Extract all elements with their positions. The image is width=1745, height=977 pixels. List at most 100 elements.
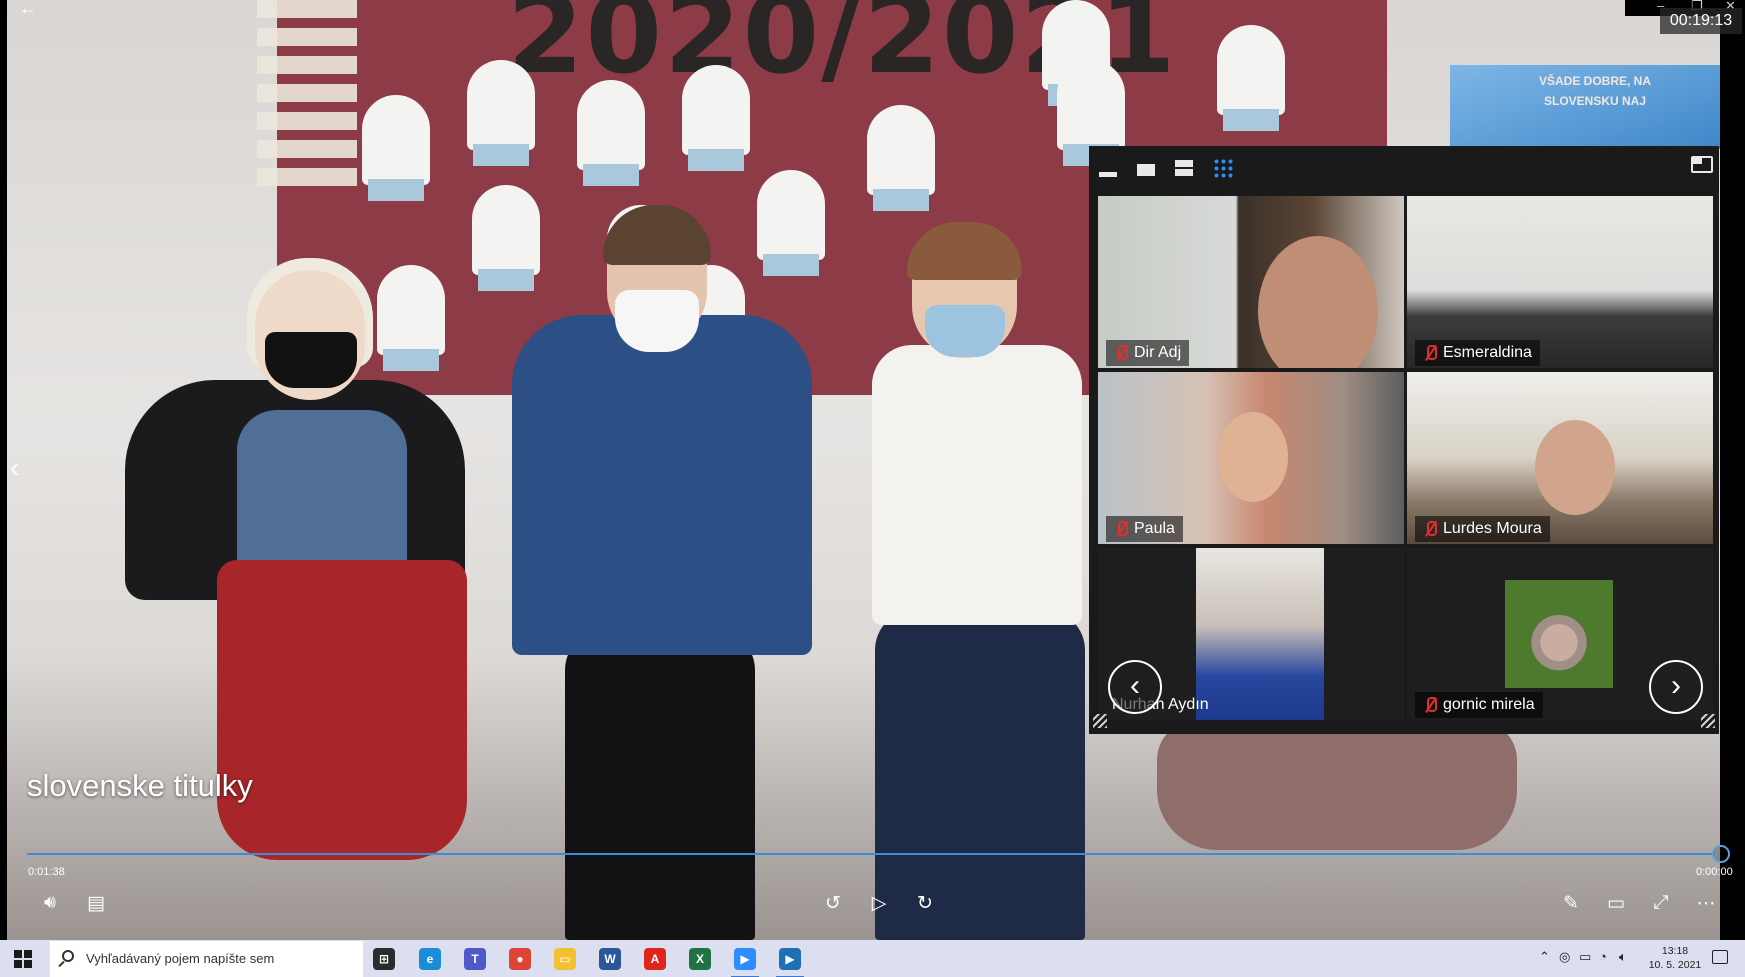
taskbar-app-teams[interactable]: T [457, 944, 493, 974]
forward-30-icon[interactable]: ↻ [910, 892, 940, 915]
screen: 2020/2021 VŠADE DOBRE, NA SLOVENSKU NAJ [0, 0, 1745, 977]
gallery-grid-icon[interactable] [1213, 158, 1233, 178]
taskbar-app-task-view[interactable]: ⊞ [366, 944, 402, 974]
participant-tile-esmeraldina[interactable]: Esmeraldina [1407, 196, 1713, 368]
student-4-skirt [1157, 720, 1517, 850]
student-3-blouse [872, 345, 1082, 625]
taskbar-app-acrobat[interactable]: A [637, 944, 673, 974]
fullscreen-icon[interactable]: ⤢ [1646, 892, 1676, 914]
recording-timer: 00:19:13 [1660, 8, 1742, 34]
elapsed-time: 0:01:38 [28, 866, 65, 878]
gallery-next-page-icon[interactable]: › [1649, 660, 1703, 714]
previous-item-chevron-icon[interactable]: ‹ [10, 452, 19, 484]
notification-center-icon[interactable] [1712, 950, 1728, 964]
play-icon[interactable]: ▷ [864, 892, 894, 915]
wifi-icon[interactable]: ◔ [1599, 949, 1607, 964]
task-view-icon: ⊞ [373, 948, 395, 970]
student-1-skirt [217, 560, 467, 860]
taskbar-app-chrome[interactable]: ● [502, 944, 538, 974]
total-time: 0:00:00 [1696, 866, 1733, 878]
muted-mic-icon [1114, 520, 1128, 538]
search-placeholder: Vyhľadávaný pojem napíšte sem [86, 951, 275, 966]
map-poster-text: VŠADE DOBRE, NA SLOVENSKU NAJ [1538, 74, 1651, 108]
participant-name: Paula [1134, 520, 1175, 537]
paper-mask-card [867, 105, 935, 211]
progress-fill [27, 853, 1716, 855]
taskbar-app-zoom[interactable]: ▶ [727, 944, 763, 977]
participant-name: Esmeraldina [1443, 344, 1532, 361]
video-player-icon: ▶ [779, 948, 801, 970]
paper-mask-card [472, 185, 540, 291]
taskbar-search-box[interactable]: Vyhľadávaný pojem napíšte sem [50, 941, 363, 977]
taskbar-clock[interactable]: 13:18 10. 5. 2021 [1640, 944, 1710, 972]
participant-label: Dir Adj [1106, 340, 1190, 366]
resize-grip-icon[interactable] [1093, 714, 1107, 728]
progress-bar[interactable] [27, 853, 1717, 855]
clock-date: 10. 5. 2021 [1648, 959, 1702, 971]
student-2-pants [565, 630, 755, 940]
participant-label: gornic mirela [1415, 692, 1543, 718]
student-3-jeans [875, 610, 1085, 940]
map-poster: VŠADE DOBRE, NA SLOVENSKU NAJ [1447, 62, 1720, 152]
acrobat-icon: A [644, 948, 666, 970]
participant-label: Lurdes Moura [1415, 516, 1550, 542]
taskbar-app-excel[interactable]: X [682, 944, 718, 974]
paper-mask-card [362, 95, 430, 201]
show-hidden-icons-icon[interactable]: ⌃ [1539, 949, 1550, 965]
search-icon [62, 950, 74, 962]
student-1-vest [237, 410, 407, 570]
excel-icon: X [689, 948, 711, 970]
taskbar-app-edge[interactable]: e [412, 944, 448, 974]
muted-mic-icon [1423, 696, 1437, 714]
taskbar-app-video-player[interactable]: ▶ [772, 944, 808, 977]
paper-mask-card [1057, 60, 1125, 166]
participant-name: Lurdes Moura [1443, 520, 1542, 537]
side-by-side-icon[interactable] [1175, 160, 1193, 176]
battery-icon[interactable]: ▭ [1579, 949, 1591, 965]
student-3-mask [925, 305, 1005, 357]
student-2-shirt [512, 315, 812, 655]
progress-thumb[interactable] [1712, 845, 1730, 863]
back-arrow-icon[interactable]: ← [9, 0, 47, 20]
participant-tile-lurdes-moura[interactable]: Lurdes Moura [1407, 372, 1713, 544]
device-icon[interactable]: ◎ [1559, 949, 1570, 965]
mini-view-icon[interactable]: ▭ [1601, 892, 1631, 915]
pen-icon[interactable]: ✎ [1556, 892, 1586, 915]
gallery-previous-page-icon[interactable]: ‹ [1108, 660, 1162, 714]
participant-video [1505, 580, 1613, 688]
subtitles-icon[interactable]: ▤ [81, 892, 111, 915]
edge-icon: e [419, 948, 441, 970]
speaker-view-icon[interactable] [1137, 164, 1155, 176]
participant-label: Paula [1106, 516, 1183, 542]
participant-tile-dir-adj[interactable]: Dir Adj [1098, 196, 1404, 368]
participant-video [1258, 236, 1378, 368]
taskbar-app-file-explorer[interactable]: ▭ [547, 944, 583, 974]
paper-mask-card [757, 170, 825, 276]
rewind-10-icon[interactable]: ↺ [818, 892, 848, 915]
windows-start-icon[interactable] [14, 950, 32, 968]
more-options-icon[interactable]: ⋯ [1691, 892, 1721, 915]
participant-label: Esmeraldina [1415, 340, 1540, 366]
zoom-gallery-panel[interactable]: Dir Adj Esmeraldina Paula Lurdes Moura N… [1089, 146, 1719, 734]
clock-time: 13:18 [1661, 945, 1689, 957]
paper-mask-card [377, 265, 445, 371]
taskbar-app-word[interactable]: W [592, 944, 628, 974]
participant-video [1535, 420, 1615, 515]
file-explorer-icon: ▭ [554, 948, 576, 970]
exit-minimized-icon[interactable] [1691, 156, 1713, 173]
resize-grip-icon[interactable] [1701, 714, 1715, 728]
chrome-icon: ● [509, 948, 531, 970]
paper-mask-card [467, 60, 535, 166]
speaker-icon[interactable]: 🔈︎ [1619, 949, 1627, 965]
volume-icon[interactable]: 🔊︎ [35, 892, 65, 914]
paper-mask-card [577, 80, 645, 186]
teams-icon: T [464, 948, 486, 970]
participant-name: Dir Adj [1134, 344, 1182, 361]
minimize-icon[interactable] [1099, 172, 1117, 177]
taskbar: Vyhľadávaný pojem napíšte sem ⊞ e T ● ▭ W A X ▶ ▶ [0, 940, 1745, 977]
muted-mic-icon [1423, 344, 1437, 362]
muted-mic-icon [1423, 520, 1437, 538]
paper-mask-card [1217, 25, 1285, 131]
participant-tile-paula[interactable]: Paula [1098, 372, 1404, 544]
zoom-icon: ▶ [734, 948, 756, 970]
